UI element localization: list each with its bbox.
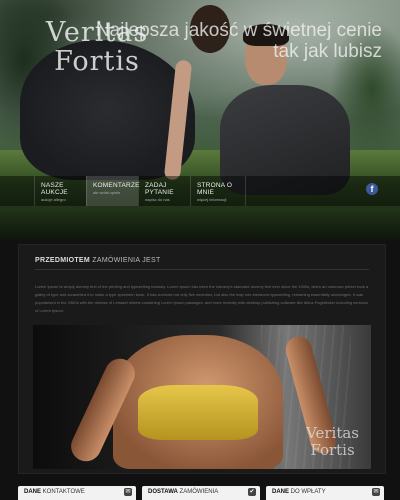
nav-label: NASZE AUKCJE [41, 182, 68, 196]
nav-sublabel: aukcje allegro [41, 197, 66, 202]
envelope-icon: ✉ [372, 488, 380, 496]
box-label: DANE DO WPŁATY [272, 489, 326, 495]
nav-item-comments[interactable]: KOMENTARZE ale wolał opinie [86, 176, 140, 206]
delivery-box[interactable]: DOSTAWA ZAMÓWIENIA ✔ [142, 486, 260, 500]
box-label: DOSTAWA ZAMÓWIENIA [148, 489, 218, 495]
nav-item-about[interactable]: STRONA O MNIE więcej informacji [190, 176, 246, 206]
check-icon: ✔ [248, 488, 256, 496]
nav-sublabel: napisz do nas [145, 197, 170, 202]
watermark-line1: Veritas [306, 424, 359, 442]
contact-box[interactable]: DANE KONTAKTOWE ✉ [18, 486, 136, 500]
facebook-icon[interactable]: f [366, 183, 378, 195]
photo-yellow-top [138, 385, 258, 440]
photo-watermark: Veritas Fortis [306, 425, 359, 459]
section-title-rest: ZAMÓWIENIA JEST [90, 257, 161, 264]
tagline-line1: Najlepsza jakość w świetnej cenie [95, 20, 382, 41]
box-label-rest: DO WPŁATY [289, 489, 326, 495]
box-label-bold: DANE [272, 489, 290, 495]
info-boxes: DANE KONTAKTOWE ✉ DOSTAWA ZAMÓWIENIA ✔ D… [18, 486, 384, 500]
payment-box[interactable]: DANE DO WPŁATY ✉ [266, 486, 384, 500]
watermark-line2: Fortis [310, 441, 355, 459]
tagline-line2: tak jak lubisz [273, 41, 382, 62]
hero-tagline: Najlepsza jakość w świetnej cenie tak ja… [96, 20, 382, 62]
nav-label: ZADAJ PYTANIE [145, 182, 174, 196]
main-nav: NASZE AUKCJE aukcje allegro KOMENTARZE a… [0, 176, 400, 206]
section-divider [35, 269, 369, 270]
order-section: PRZEDMIOTEM ZAMÓWIENIA JEST Lorem Ipsum … [18, 244, 386, 474]
nav-sublabel: więcej informacji [197, 197, 227, 202]
box-label-rest: ZAMÓWIENIA [177, 489, 219, 495]
box-label: DANE KONTAKTOWE [24, 489, 85, 495]
section-title: PRZEDMIOTEM ZAMÓWIENIA JEST [35, 257, 161, 264]
nav-item-ask-question[interactable]: ZADAJ PYTANIE napisz do nas [138, 176, 190, 206]
box-label-bold: DOSTAWA [148, 489, 178, 495]
envelope-icon: ✉ [124, 488, 132, 496]
section-title-bold: PRZEDMIOTEM [35, 257, 91, 264]
nav-label: KOMENTARZE [93, 182, 140, 189]
nav-item-auctions[interactable]: NASZE AUKCJE aukcje allegro [34, 176, 86, 206]
nav-sublabel: ale wolał opinie [93, 190, 121, 195]
box-label-bold: DANE [24, 489, 42, 495]
nav-label: STRONA O MNIE [197, 182, 233, 196]
section-description: Lorem Ipsum is simply dummy text of the … [35, 284, 369, 313]
box-label-rest: KONTAKTOWE [41, 489, 85, 495]
product-photo: Veritas Fortis [33, 325, 371, 469]
